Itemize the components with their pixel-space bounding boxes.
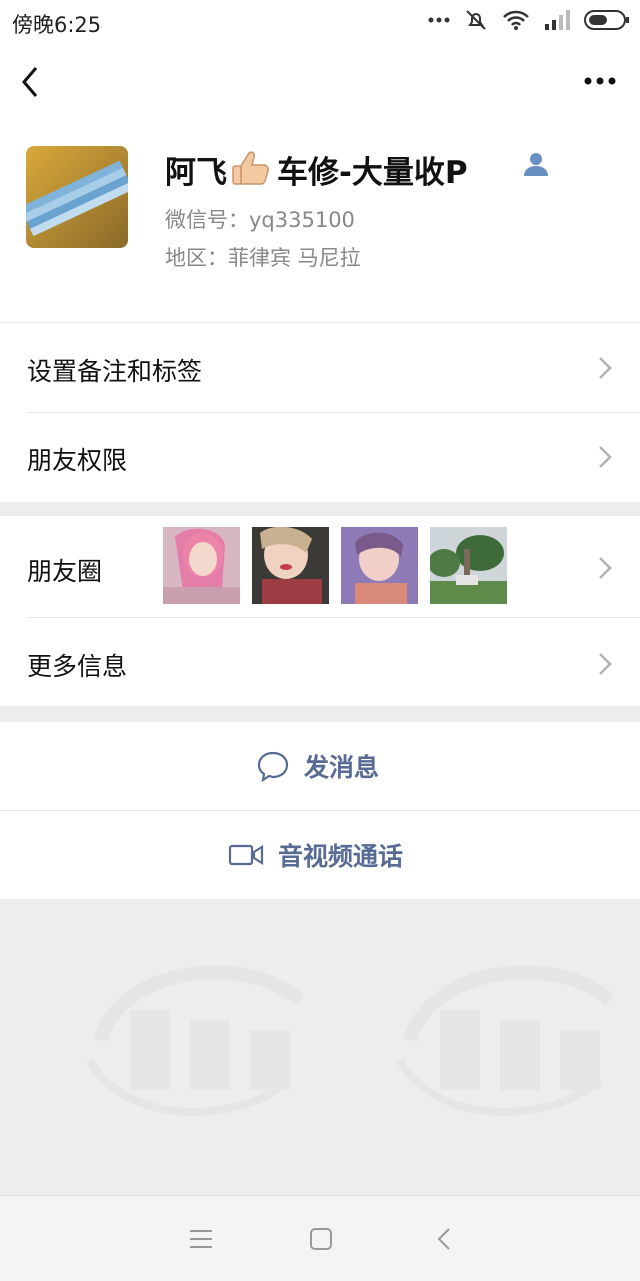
moments-photo (341, 527, 418, 604)
menu-icon (190, 1230, 212, 1248)
chevron-right-icon (599, 557, 612, 579)
row-more-info[interactable]: 更多信息 (0, 617, 640, 706)
profile-name-main: 阿飞 (165, 155, 227, 191)
send-message-button[interactable]: 发消息 (0, 722, 640, 810)
video-call-button[interactable]: 音视频通话 (0, 811, 640, 899)
battery-icon (584, 10, 629, 30)
top-bar (0, 44, 640, 120)
status-bar: 傍晚6:25 (0, 0, 640, 44)
moments-thumbnails (163, 527, 507, 604)
moments-photo (163, 527, 240, 604)
profile-name-suffix: 车修-大量收P (277, 155, 468, 191)
row-remark-tags[interactable]: 设置备注和标签 (0, 323, 640, 412)
chevron-right-icon (599, 357, 612, 379)
moments-photo (430, 527, 507, 604)
contact-icon (523, 152, 549, 180)
row-permissions[interactable]: 朋友权限 (0, 412, 640, 501)
profile-header: 阿飞 车修-大量收P 微信号：yq335100 地区：菲律宾 马尼拉 (0, 120, 640, 322)
square-icon (310, 1228, 332, 1250)
chevron-right-icon (599, 446, 612, 468)
profile-region: 地区：菲律宾 马尼拉 (165, 246, 361, 270)
video-camera-icon (228, 844, 264, 866)
row-moments-label: 朋友圈 (27, 557, 103, 586)
wechat-id: 微信号：yq335100 (165, 208, 355, 232)
avatar-image (26, 146, 128, 248)
row-permissions-label: 朋友权限 (27, 446, 128, 475)
status-icons (428, 8, 630, 32)
video-call-label: 音视频通话 (278, 842, 404, 871)
chat-bubble-icon (257, 751, 289, 782)
back-arrow-icon (437, 1228, 450, 1250)
row-remark-tags-label: 设置备注和标签 (27, 357, 203, 386)
more-horizontal-icon (584, 77, 616, 85)
info-group: 朋友圈 更多信息 (0, 516, 640, 706)
back-button[interactable] (14, 62, 50, 102)
moments-photo (252, 527, 329, 604)
chevron-left-icon (22, 67, 38, 97)
send-message-label: 发消息 (304, 753, 380, 782)
back-nav-button[interactable] (430, 1224, 460, 1254)
profile-name: 阿飞 车修-大量收P (165, 147, 468, 200)
chevron-right-icon (599, 653, 612, 675)
watermark-logo (86, 965, 305, 1117)
status-time: 傍晚6:25 (12, 13, 102, 37)
signal-icon (545, 10, 570, 30)
avatar[interactable] (26, 146, 128, 248)
wifi-icon (503, 10, 529, 30)
row-moments[interactable]: 朋友圈 (0, 516, 640, 617)
row-more-info-label: 更多信息 (27, 652, 128, 681)
watermark-logo (396, 965, 615, 1117)
system-nav-bar (0, 1195, 640, 1281)
mute-icon (466, 10, 486, 30)
more-options-button[interactable] (580, 66, 620, 96)
more-dots-icon (428, 17, 450, 23)
thumbs-up-icon (231, 150, 271, 194)
menu-nav-button[interactable] (186, 1224, 216, 1254)
settings-group: 设置备注和标签 朋友权限 (0, 323, 640, 502)
home-nav-button[interactable] (306, 1224, 336, 1254)
